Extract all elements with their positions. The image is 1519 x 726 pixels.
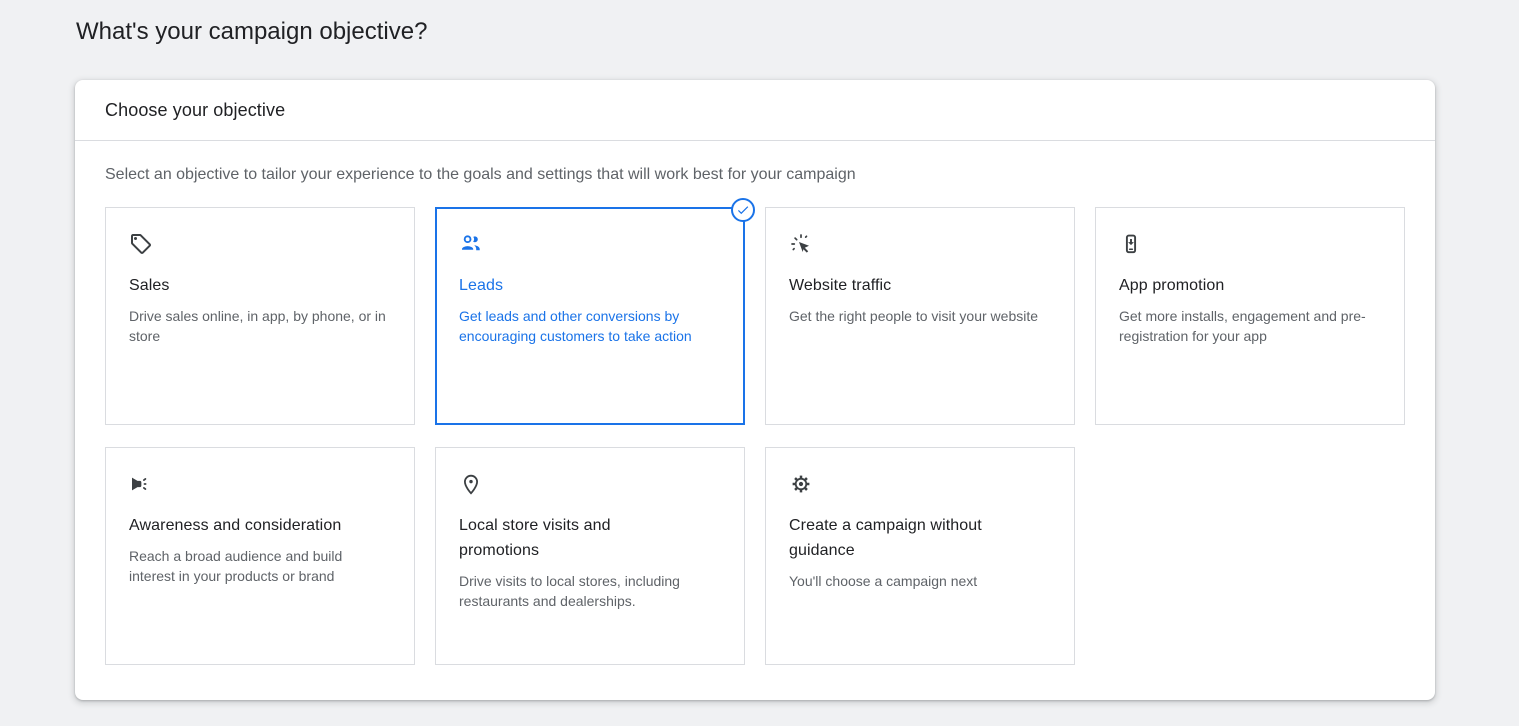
panel-body: Select an objective to tailor your exper… bbox=[75, 141, 1435, 665]
gear-icon bbox=[789, 472, 813, 496]
objective-description: Get the right people to visit your websi… bbox=[789, 306, 1050, 326]
objective-card-grid: Sales Drive sales online, in app, by pho… bbox=[105, 207, 1405, 665]
objective-description: Reach a broad audience and build interes… bbox=[129, 546, 390, 586]
objective-title: Create a campaign without guidance bbox=[789, 513, 1025, 563]
objective-card-sales[interactable]: Sales Drive sales online, in app, by pho… bbox=[105, 207, 415, 425]
objective-instructions: Select an objective to tailor your exper… bbox=[105, 165, 1405, 184]
objective-title: Leads bbox=[459, 273, 695, 298]
cursor-click-icon bbox=[789, 232, 813, 256]
phone-install-icon bbox=[1119, 232, 1143, 256]
objective-title: App promotion bbox=[1119, 273, 1355, 298]
objective-card-website-traffic[interactable]: Website traffic Get the right people to … bbox=[765, 207, 1075, 425]
location-pin-icon bbox=[459, 472, 483, 496]
people-icon bbox=[459, 232, 483, 256]
panel-header-title: Choose your objective bbox=[75, 80, 1435, 141]
objective-description: Drive visits to local stores, including … bbox=[459, 571, 720, 611]
objective-card-leads[interactable]: Leads Get leads and other conversions by… bbox=[435, 207, 745, 425]
objective-title: Awareness and consideration bbox=[129, 513, 365, 538]
objective-description: Get leads and other conversions by encou… bbox=[459, 306, 720, 346]
page-title: What's your campaign objective? bbox=[76, 17, 427, 47]
tag-icon bbox=[129, 232, 153, 256]
objective-description: You'll choose a campaign next bbox=[789, 571, 1050, 591]
choose-objective-panel: Choose your objective Select an objectiv… bbox=[75, 80, 1435, 700]
objective-description: Drive sales online, in app, by phone, or… bbox=[129, 306, 390, 346]
objective-card-no-guidance[interactable]: Create a campaign without guidance You'l… bbox=[765, 447, 1075, 665]
objective-title: Sales bbox=[129, 273, 365, 298]
megaphone-icon bbox=[129, 472, 153, 496]
objective-title: Website traffic bbox=[789, 273, 1025, 298]
objective-description: Get more installs, engagement and pre-re… bbox=[1119, 306, 1380, 346]
objective-card-local-store[interactable]: Local store visits and promotions Drive … bbox=[435, 447, 745, 665]
selected-check-icon bbox=[731, 198, 755, 222]
objective-title: Local store visits and promotions bbox=[459, 513, 695, 563]
objective-card-awareness[interactable]: Awareness and consideration Reach a broa… bbox=[105, 447, 415, 665]
objective-card-app-promotion[interactable]: App promotion Get more installs, engagem… bbox=[1095, 207, 1405, 425]
